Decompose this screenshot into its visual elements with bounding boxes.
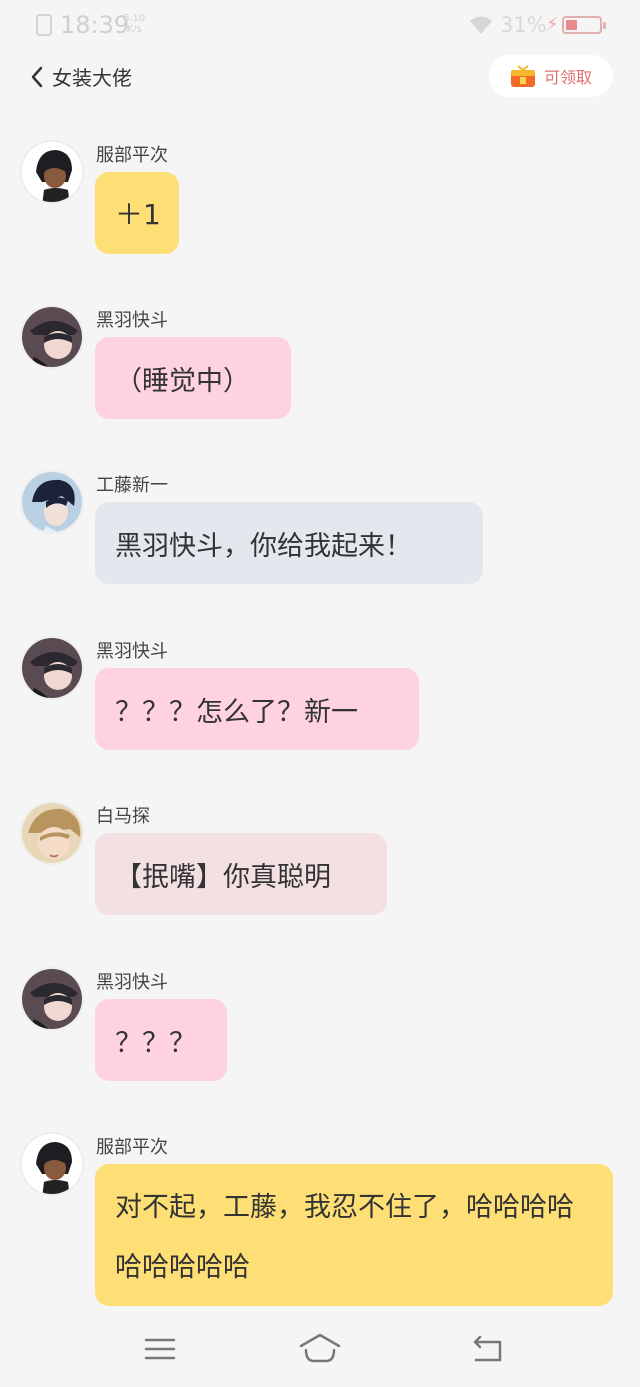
chat-header: 女装大佬 可领取: [0, 52, 640, 100]
charging-icon: ⚡: [546, 14, 559, 35]
home-icon[interactable]: [298, 1332, 342, 1364]
sender-name: 服部平次: [96, 1137, 168, 1158]
sender-name: 黑羽快斗: [96, 641, 168, 662]
network-speed-unit: K/s: [126, 24, 142, 35]
status-time: 18:39: [60, 11, 130, 39]
network-speed: 6.10 K/s: [123, 13, 145, 35]
kaito-avatar[interactable]: [20, 636, 84, 700]
message-bubble[interactable]: 【抿嘴】你真聪明: [95, 833, 387, 915]
sim-card-icon: [36, 14, 52, 36]
hattori-avatar[interactable]: [20, 1132, 84, 1196]
chat-title: 女装大佬: [52, 66, 132, 90]
message-text: ？？？: [115, 1027, 196, 1059]
reward-label: 可领取: [543, 68, 592, 87]
message-text: ＋1: [115, 198, 161, 231]
sender-name: 黑羽快斗: [96, 310, 168, 331]
message-text: 黑羽快斗，你给我起来！: [115, 530, 412, 562]
network-speed-value: 6.10: [123, 13, 146, 24]
message-bubble[interactable]: ＋1: [95, 172, 179, 254]
message-bubble[interactable]: 对不起，工藤，我忍不住了，哈哈哈哈哈哈哈哈哈: [95, 1164, 613, 1306]
back-button[interactable]: 女装大佬: [30, 62, 132, 91]
sender-name: 服部平次: [96, 145, 168, 166]
message-bubble[interactable]: ？？？怎么了？新一: [95, 668, 419, 750]
message-bubble[interactable]: ？？？: [95, 999, 227, 1081]
battery-percent: 31%: [500, 13, 547, 37]
sender-name: 工藤新一: [96, 475, 168, 496]
menu-icon[interactable]: [144, 1334, 176, 1364]
message-text: 【抿嘴】你真聪明: [115, 861, 331, 893]
kaito-avatar[interactable]: [20, 305, 84, 369]
sender-name: 白马探: [96, 806, 150, 827]
message-bubble[interactable]: 黑羽快斗，你给我起来！: [95, 502, 483, 584]
reward-button[interactable]: 可领取: [489, 55, 613, 97]
system-nav-bar: [0, 1320, 640, 1387]
hakuba-avatar[interactable]: [20, 801, 84, 865]
message-text: ？？？怎么了？新一: [115, 696, 358, 728]
sender-name: 黑羽快斗: [96, 972, 168, 993]
gift-icon: [510, 65, 535, 87]
message-text: （睡觉中）: [115, 365, 250, 397]
battery-icon: [562, 16, 606, 34]
hattori-avatar[interactable]: [20, 140, 84, 204]
message-bubble[interactable]: （睡觉中）: [95, 337, 291, 419]
chevron-left-icon: [31, 66, 43, 87]
back-icon[interactable]: [470, 1334, 506, 1364]
shinichi-avatar[interactable]: [20, 470, 84, 534]
message-text: 对不起，工藤，我忍不住了，哈哈哈哈哈哈哈哈哈: [115, 1192, 574, 1283]
wifi-icon: [470, 16, 492, 34]
kaito-avatar[interactable]: [20, 967, 84, 1031]
status-bar: 18:39 6.10 K/s 31% ⚡: [0, 0, 640, 50]
